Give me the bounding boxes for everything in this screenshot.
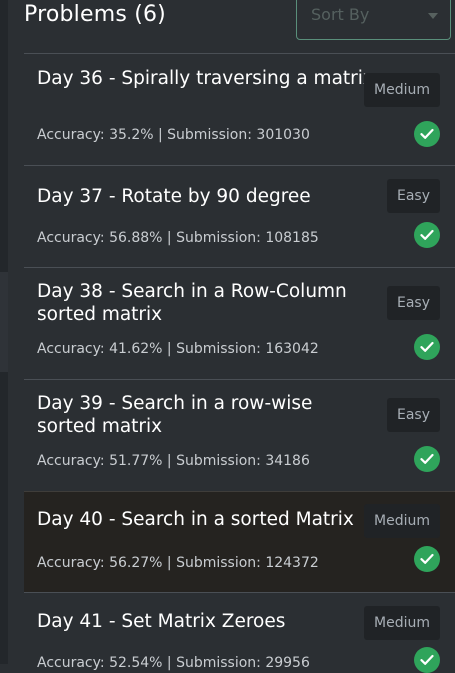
difficulty-badge: Medium [364,606,440,640]
problem-card[interactable]: Day 39 - Search in a row-wise sorted mat… [24,379,455,491]
problem-stats: Accuracy: 35.2% | Submission: 301030 [37,127,310,143]
sort-by-dropdown[interactable]: Sort By [296,0,451,40]
page-title: Problems (6) [24,2,166,27]
difficulty-badge: Easy [386,179,440,213]
problem-title[interactable]: Day 36 - Spirally traversing a matrix [37,67,377,90]
solved-check-icon [414,222,440,248]
sort-by-placeholder: Sort By [311,5,370,24]
left-edge-strip [0,0,8,664]
problem-stats: Accuracy: 41.62% | Submission: 163042 [37,341,319,357]
problems-header: Problems (6) Sort By [24,0,455,40]
problem-stats: Accuracy: 56.27% | Submission: 124372 [37,555,319,571]
problem-list: Day 36 - Spirally traversing a matrix Me… [24,53,455,673]
solved-check-icon [414,647,440,673]
problem-title[interactable]: Day 37 - Rotate by 90 degree [37,185,377,208]
problem-stats: Accuracy: 52.54% | Submission: 29956 [37,655,310,671]
problem-stats: Accuracy: 56.88% | Submission: 108185 [37,230,319,246]
solved-check-icon [414,334,440,360]
solved-check-icon [414,446,440,472]
difficulty-badge: Medium [364,73,440,107]
caret-down-icon [428,13,438,19]
problem-stats: Accuracy: 51.77% | Submission: 34186 [37,453,310,469]
difficulty-badge: Medium [364,504,440,538]
problem-card[interactable]: Day 36 - Spirally traversing a matrix Me… [24,53,455,165]
solved-check-icon [414,121,440,147]
problem-title[interactable]: Day 41 - Set Matrix Zeroes [37,610,377,633]
problem-title[interactable]: Day 38 - Search in a Row-Column sorted m… [37,280,377,326]
difficulty-badge: Easy [386,398,440,432]
problem-card[interactable]: Day 37 - Rotate by 90 degree Easy Accura… [24,165,455,267]
solved-check-icon [414,546,440,572]
problem-title[interactable]: Day 39 - Search in a row-wise sorted mat… [37,392,377,438]
difficulty-badge: Easy [386,286,440,320]
problem-card[interactable]: Day 38 - Search in a Row-Column sorted m… [24,267,455,379]
problem-card[interactable]: Day 40 - Search in a sorted Matrix Mediu… [24,491,455,592]
left-edge-segment [0,272,8,372]
problem-card[interactable]: Day 41 - Set Matrix Zeroes Medium Accura… [24,592,455,673]
problem-title[interactable]: Day 40 - Search in a sorted Matrix [37,508,377,531]
